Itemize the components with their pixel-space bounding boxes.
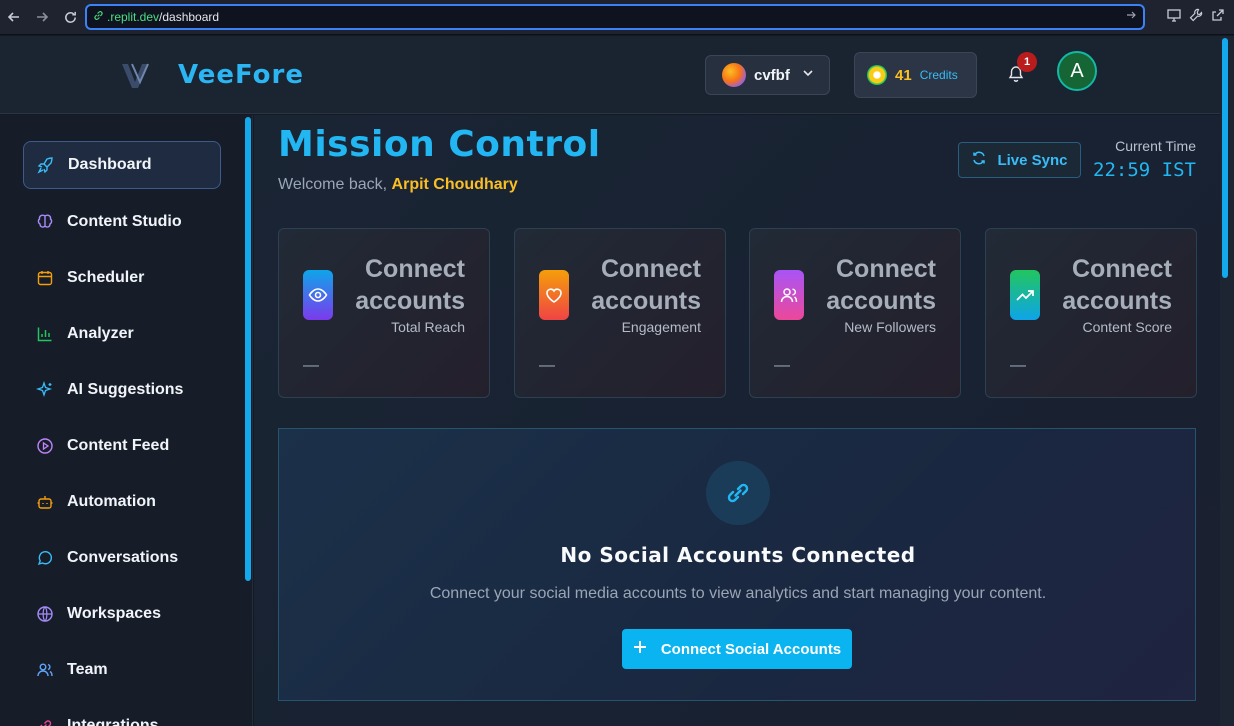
stat-card-content-score[interactable]: Connect accounts Content Score — [985,228,1197,398]
sidebar-item-workspaces[interactable]: Workspaces [23,590,221,638]
sidebar-item-label: Dashboard [68,156,152,173]
sidebar-item-label: Analyzer [67,325,134,342]
sidebar-item-label: Workspaces [67,605,161,622]
page-scrollbar[interactable] [1220,36,1234,726]
user-name: Arpit Choudhary [391,176,518,193]
empty-state-title: No Social Accounts Connected [560,543,916,567]
stat-label: New Followers [844,319,936,335]
workspace-name: cvfbf [754,66,790,84]
stat-value: Connect accounts [591,255,701,315]
sidebar-scrollbar[interactable] [245,117,251,581]
stat-card-engagement[interactable]: Connect accounts Engagement — [514,228,726,398]
sidebar-item-label: AI Suggestions [67,381,184,398]
sidebar-item-label: Content Feed [67,437,170,454]
stat-value: Connect accounts [826,255,936,315]
globe-icon [35,604,55,624]
sidebar-item-scheduler[interactable]: Scheduler [23,254,221,302]
sidebar-item-content-feed[interactable]: Content Feed [23,422,221,470]
page-scrollbar-thumb[interactable] [1222,38,1228,278]
stat-label: Total Reach [391,319,465,335]
stat-trend: — [539,357,555,374]
calendar-icon [35,268,55,288]
brand-name[interactable]: VeeFore [178,60,304,90]
current-time-value: 22:59 IST [1093,159,1196,181]
play-circle-icon [35,436,55,456]
stat-value: Connect accounts [355,255,465,315]
sidebar-item-integrations[interactable]: Integrations [23,702,221,726]
credits-value: 41 [895,66,912,84]
link-icon [93,10,104,24]
url-host: .replit.dev [107,10,160,24]
credits-label: Credits [919,68,958,82]
page-title: Mission Control [278,124,601,165]
connect-button-label: Connect Social Accounts [660,640,842,658]
credits-coin-icon [867,65,887,85]
current-time-label: Current Time [1115,138,1196,154]
stat-trend: — [1010,357,1026,374]
reload-icon[interactable] [56,3,84,31]
user-avatar[interactable]: A [1057,51,1097,91]
users-icon [35,660,55,680]
monitor-icon[interactable] [1166,7,1182,28]
bot-icon [35,492,55,512]
live-sync-label: Live Sync [997,151,1068,169]
sidebar-item-conversations[interactable]: Conversations [23,534,221,582]
stat-card-total-reach[interactable]: Connect accounts Total Reach — [278,228,490,398]
veefore-logo-icon [120,62,158,90]
workspace-avatar [722,63,746,87]
link-icon [706,461,770,525]
back-arrow-icon[interactable] [0,3,28,31]
app-header: VeeFore cvfbf 41 Credits [0,36,1220,114]
browser-toolbar: .replit.dev/dashboard [0,0,1234,35]
workspace-selector[interactable]: cvfbf [705,55,830,95]
live-sync-button[interactable]: Live Sync [958,142,1081,178]
stat-trend: — [774,357,790,374]
sidebar-item-label: Scheduler [67,269,145,286]
sparkles-icon [35,380,55,400]
bar-chart-icon [35,324,55,344]
sidebar-item-content-studio[interactable]: Content Studio [23,198,221,246]
plus-icon [633,640,647,658]
connect-social-accounts-button[interactable]: Connect Social Accounts [622,629,852,669]
sidebar-item-label: Conversations [67,549,179,566]
link-icon [35,716,55,726]
wrench-icon[interactable] [1188,7,1204,28]
sidebar-item-label: Content Studio [67,213,182,230]
rocket-icon [36,155,56,175]
brain-icon [35,212,55,232]
external-link-icon[interactable] [1210,7,1226,28]
url-path: /dashboard [159,10,220,24]
go-arrow-icon[interactable] [1125,9,1137,24]
stat-card-new-followers[interactable]: Connect accounts New Followers — [749,228,961,398]
sidebar-item-label: Integrations [67,717,159,726]
sidebar-item-team[interactable]: Team [23,646,221,694]
welcome-message: Welcome back, Arpit Choudhary [278,176,518,194]
address-bar[interactable]: .replit.dev/dashboard [85,4,1145,30]
forward-arrow-icon[interactable] [28,3,56,31]
empty-state-text: Connect your social media accounts to vi… [429,585,1047,602]
chat-icon [35,548,55,568]
browser-actions [1166,0,1226,35]
refresh-icon [971,150,987,170]
notification-count-badge: 1 [1017,52,1037,72]
sidebar-item-label: Automation [67,493,156,510]
welcome-prefix: Welcome back, [278,176,392,193]
sidebar-item-dashboard[interactable]: Dashboard [23,141,221,189]
stat-value: Connect accounts [1062,255,1172,315]
sidebar-item-automation[interactable]: Automation [23,478,221,526]
credits-badge[interactable]: 41 Credits [854,52,977,98]
stat-label: Content Score [1082,319,1173,335]
stat-trend: — [303,357,319,374]
stat-label: Engagement [621,319,701,335]
no-accounts-panel: No Social Accounts Connected Connect you… [278,428,1196,701]
chevron-down-icon [802,66,814,84]
sidebar-item-label: Team [67,661,108,678]
sidebar-item-analyzer[interactable]: Analyzer [23,310,221,358]
sidebar-item-ai-suggestions[interactable]: AI Suggestions [23,366,221,414]
